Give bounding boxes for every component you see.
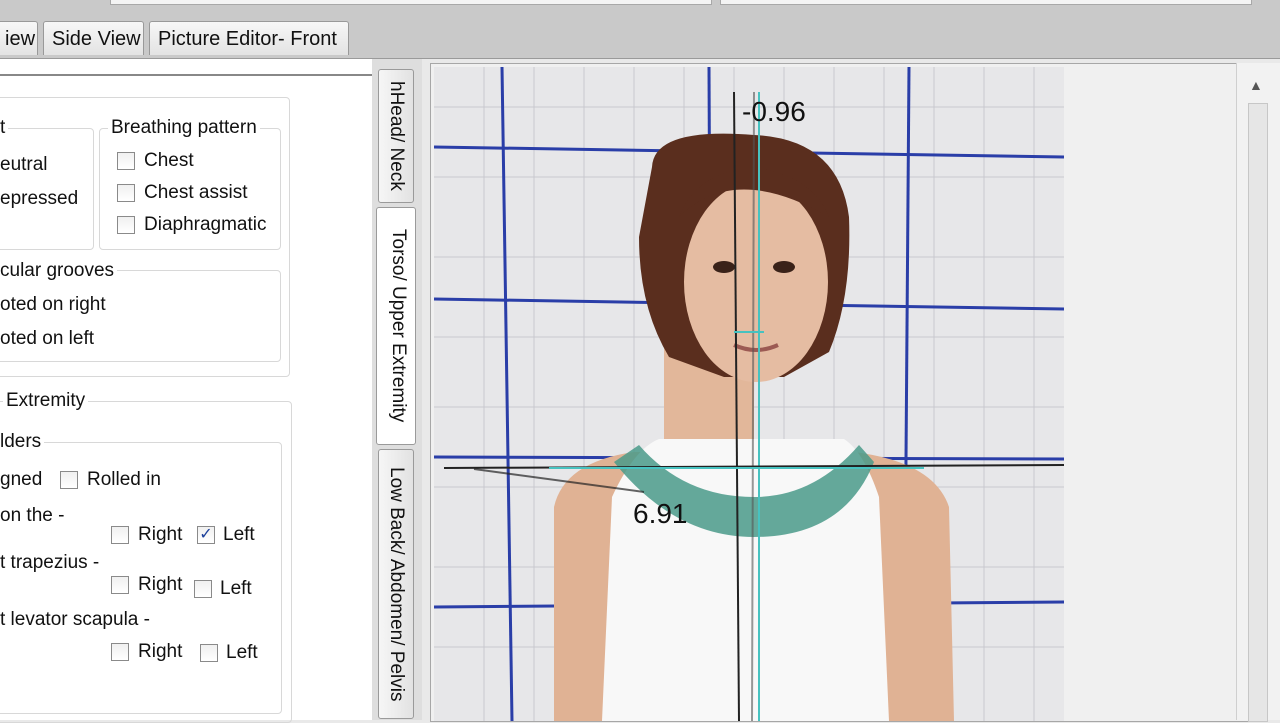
row2-left-checkbox[interactable]	[194, 580, 212, 598]
row2-left-label: Left	[220, 578, 252, 599]
tab-head-neck[interactable]: hHead/ Neck	[378, 69, 414, 203]
shoulder-tilt-readout: 6.91	[633, 498, 688, 529]
scrollbar-track[interactable]	[1248, 103, 1268, 722]
grooves-title: cular grooves	[0, 260, 118, 282]
chest-option-neutral[interactable]: eutral	[0, 154, 48, 176]
row2-right-checkbox[interactable]	[111, 576, 129, 594]
chest-assist-label: Chest assist	[144, 182, 248, 203]
diaphragmatic-checkbox[interactable]	[117, 216, 135, 234]
vertical-scrollbar[interactable]: ▲	[1236, 63, 1280, 722]
row-label-elevation: on the -	[0, 505, 65, 526]
chest-label: Chest	[144, 150, 194, 171]
upper-extremity-title: Extremity	[3, 390, 89, 412]
window-top-strip	[0, 0, 1280, 18]
shoulders-title: lders	[0, 431, 45, 453]
tab-side-view[interactable]: Side View	[43, 21, 144, 55]
posture-photo-canvas	[434, 67, 1064, 721]
diaphragmatic-label: Diaphragmatic	[144, 214, 267, 235]
form-divider	[0, 74, 372, 76]
row3-right-label: Right	[138, 641, 183, 662]
top-strip-segment	[110, 0, 712, 5]
row-label-trapezius: t trapezius -	[0, 552, 100, 573]
row3-left-label: Left	[226, 642, 258, 663]
row1-left-checkbox[interactable]: ✓	[197, 526, 215, 544]
aligned-option[interactable]: gned	[0, 469, 42, 491]
row2-right-label: Right	[138, 574, 183, 595]
groove-option-left[interactable]: oted on left	[0, 328, 94, 350]
chest-assist-checkbox[interactable]	[117, 184, 135, 202]
tab-picture-editor-front[interactable]: Picture Editor- Front	[149, 21, 349, 55]
region-tabs: hHead/ Neck Torso/ Upper Extremity Low B…	[372, 59, 422, 720]
row3-left-checkbox[interactable]	[200, 644, 218, 662]
groove-option-right[interactable]: oted on right	[0, 294, 106, 316]
posture-photo-viewer: -0.96 6.91	[430, 63, 1264, 722]
row1-left-label: Left	[223, 524, 255, 545]
head-tilt-readout: -0.96	[742, 96, 806, 127]
rolled-in-label: Rolled in	[87, 469, 161, 490]
row1-right-label: Right	[138, 524, 183, 545]
tab-low-back-abdomen-pelvis[interactable]: Low Back/ Abdomen/ Pelvis	[378, 449, 414, 719]
top-strip-segment	[720, 0, 1252, 5]
breathing-pattern-title: Breathing pattern	[108, 117, 260, 139]
main-tab-bar: iew Side View Picture Editor- Front	[0, 18, 1280, 59]
chest-group-title: t	[0, 117, 9, 139]
rolled-in-checkbox[interactable]	[60, 471, 78, 489]
assessment-form: t eutral epressed Breathing pattern Ches…	[0, 59, 373, 723]
posture-photo[interactable]	[434, 67, 1064, 721]
row1-right-checkbox[interactable]	[111, 526, 129, 544]
chest-option-depressed[interactable]: epressed	[0, 188, 78, 210]
row3-right-checkbox[interactable]	[111, 643, 129, 661]
content-area: t eutral epressed Breathing pattern Ches…	[0, 59, 1280, 723]
tab-torso-upper-extremity[interactable]: Torso/ Upper Extremity	[376, 207, 416, 445]
row-label-levator-scapula: t levator scapula -	[0, 609, 150, 630]
chest-checkbox[interactable]	[117, 152, 135, 170]
tab-front-view[interactable]: iew	[0, 21, 38, 55]
scroll-up-icon[interactable]: ▲	[1249, 77, 1263, 93]
